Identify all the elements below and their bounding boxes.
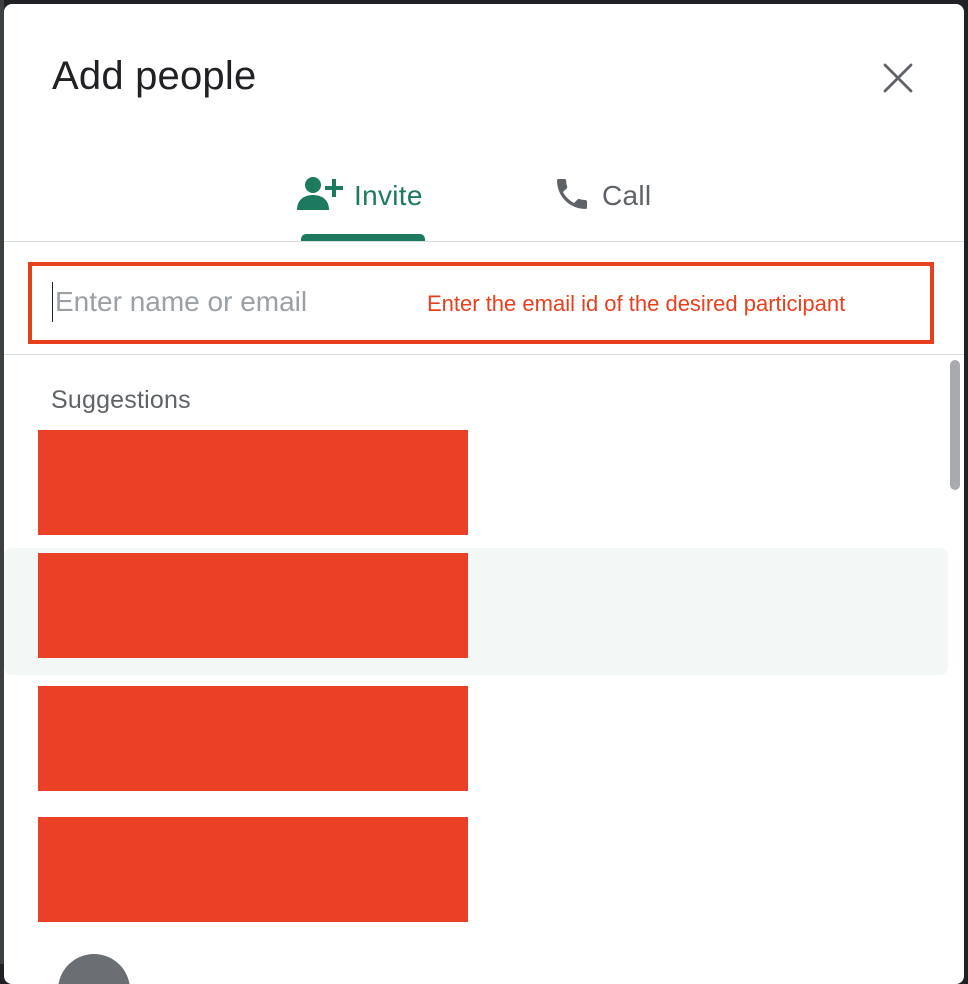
- search-row: Enter the email id of the desired partic…: [4, 242, 964, 354]
- add-people-dialog: Add people Invite Call Enter name or ema…: [4, 4, 964, 984]
- redacted-block: [38, 817, 468, 922]
- tab-call-label: Call: [602, 180, 652, 211]
- tab-bar: Invite Call: [4, 164, 964, 242]
- suggestions-heading: Suggestions: [51, 386, 191, 414]
- suggestion-item[interactable]: [4, 548, 948, 675]
- phone-icon: [552, 174, 592, 219]
- person-add-icon: [296, 174, 344, 219]
- dialog-title: Add people: [52, 54, 257, 98]
- tab-call[interactable]: Call: [552, 164, 672, 242]
- scrollbar-thumb[interactable]: [950, 360, 960, 490]
- close-icon: [883, 63, 913, 93]
- annotation-text: Enter the email id of the desired partic…: [427, 291, 846, 316]
- redacted-block: [38, 553, 468, 658]
- avatar: [58, 954, 130, 984]
- redacted-block: [38, 430, 468, 535]
- close-button[interactable]: [876, 56, 920, 100]
- tab-invite-label: Invite: [354, 180, 423, 211]
- suggestion-item[interactable]: [4, 811, 948, 926]
- redacted-block: [38, 686, 468, 791]
- tab-invite[interactable]: Invite: [296, 164, 432, 242]
- divider: [4, 354, 964, 355]
- suggestion-item[interactable]: [4, 680, 948, 795]
- suggestion-item[interactable]: [4, 424, 948, 539]
- scrollbar[interactable]: [948, 358, 964, 968]
- search-input[interactable]: [52, 282, 375, 322]
